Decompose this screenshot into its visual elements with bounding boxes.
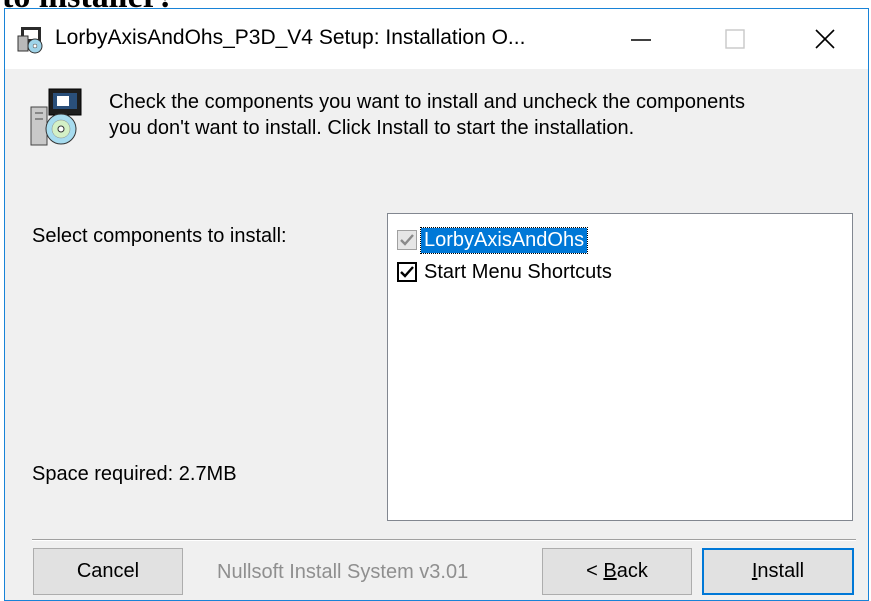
component-checkbox[interactable] — [397, 262, 417, 282]
component-checkbox-disabled — [397, 230, 417, 250]
select-components-label: Select components to install: — [32, 225, 287, 247]
screen: to installer? LorbyAxisAndOhs_P3D_V4 Set… — [0, 0, 871, 601]
close-icon — [815, 29, 835, 49]
close-button[interactable] — [779, 9, 871, 69]
back-button-rest: ack — [616, 560, 648, 582]
installer-window: LorbyAxisAndOhs_P3D_V4 Setup: Installati… — [4, 8, 869, 601]
checkmark-icon — [400, 234, 414, 246]
branding-text: Nullsoft Install System v3.01 — [217, 561, 469, 583]
setup-box-icon — [30, 88, 82, 146]
install-button-rest: nstall — [757, 560, 805, 582]
window-title: LorbyAxisAndOhs_P3D_V4 Setup: Installati… — [55, 26, 526, 49]
header-line-2: you don't want to install. Click Install… — [109, 117, 635, 139]
component-label[interactable]: Start Menu Shortcuts — [421, 260, 615, 285]
minimize-button[interactable] — [595, 9, 687, 69]
maximize-icon — [725, 29, 745, 49]
components-tree[interactable]: LorbyAxisAndOhs Start Menu Shortcuts — [387, 213, 853, 521]
header-instructions: Check the components you want to install… — [109, 89, 849, 141]
component-label[interactable]: LorbyAxisAndOhs — [419, 226, 589, 254]
space-required-label: Space required: 2.7MB — [32, 463, 237, 485]
maximize-button[interactable] — [689, 9, 781, 69]
component-item[interactable]: LorbyAxisAndOhs — [397, 226, 589, 254]
back-button-mnemonic: B — [603, 560, 617, 582]
back-button-prefix: < — [586, 560, 604, 582]
header-panel: Check the components you want to install… — [5, 69, 868, 149]
checkmark-icon — [400, 266, 414, 278]
cancel-button[interactable]: Cancel — [33, 548, 183, 595]
installer-app-icon — [17, 27, 43, 54]
install-button[interactable]: Install — [702, 548, 854, 595]
footer-separator — [32, 539, 856, 541]
header-line-1: Check the components you want to install… — [109, 91, 745, 113]
component-item[interactable]: Start Menu Shortcuts — [397, 258, 615, 286]
title-bar[interactable]: LorbyAxisAndOhs_P3D_V4 Setup: Installati… — [5, 9, 868, 69]
minimize-icon — [631, 39, 651, 41]
back-button[interactable]: < Back — [542, 548, 692, 595]
